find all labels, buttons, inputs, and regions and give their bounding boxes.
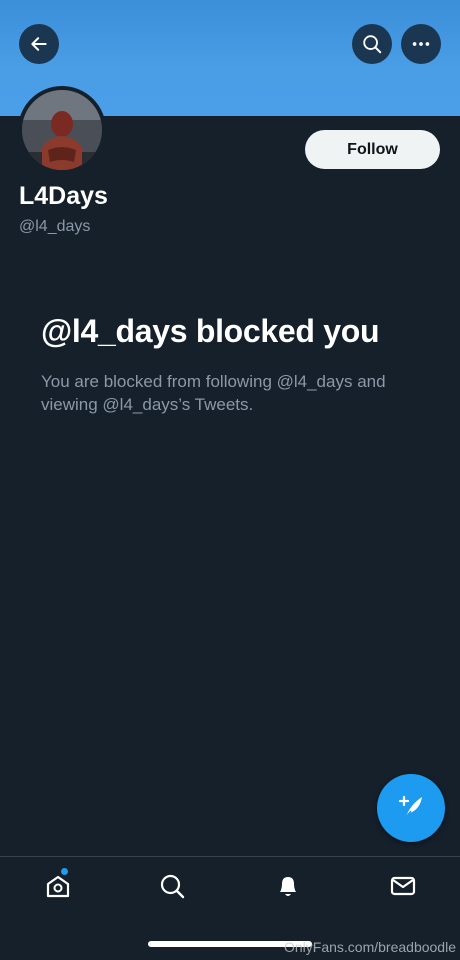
search-button[interactable] (352, 24, 392, 64)
nav-search[interactable] (155, 871, 189, 905)
watermark: OnlyFans.com/breadboodle (284, 939, 456, 955)
compose-tweet-button[interactable] (377, 774, 445, 842)
more-options-button[interactable] (401, 24, 441, 64)
nav-notifications[interactable] (271, 871, 305, 905)
avatar[interactable] (18, 86, 106, 174)
profile-display-name: L4Days (19, 182, 108, 210)
notification-dot (61, 868, 68, 875)
profile-handle: @l4_days (19, 218, 91, 235)
search-icon (361, 33, 383, 55)
nav-messages[interactable] (386, 871, 420, 905)
blocked-description: You are blocked from following @l4_days … (41, 372, 386, 414)
compose-tweet-icon (396, 791, 426, 826)
follow-button[interactable]: Follow (305, 130, 440, 169)
back-button[interactable] (19, 24, 59, 64)
mail-icon (389, 872, 417, 905)
home-icon (44, 872, 72, 905)
more-horizontal-icon (410, 33, 432, 55)
nav-home[interactable] (41, 868, 75, 905)
search-icon (158, 872, 186, 905)
bell-icon (274, 872, 302, 905)
arrow-left-icon (29, 34, 49, 54)
blocked-title: @l4_days blocked you (41, 313, 380, 349)
